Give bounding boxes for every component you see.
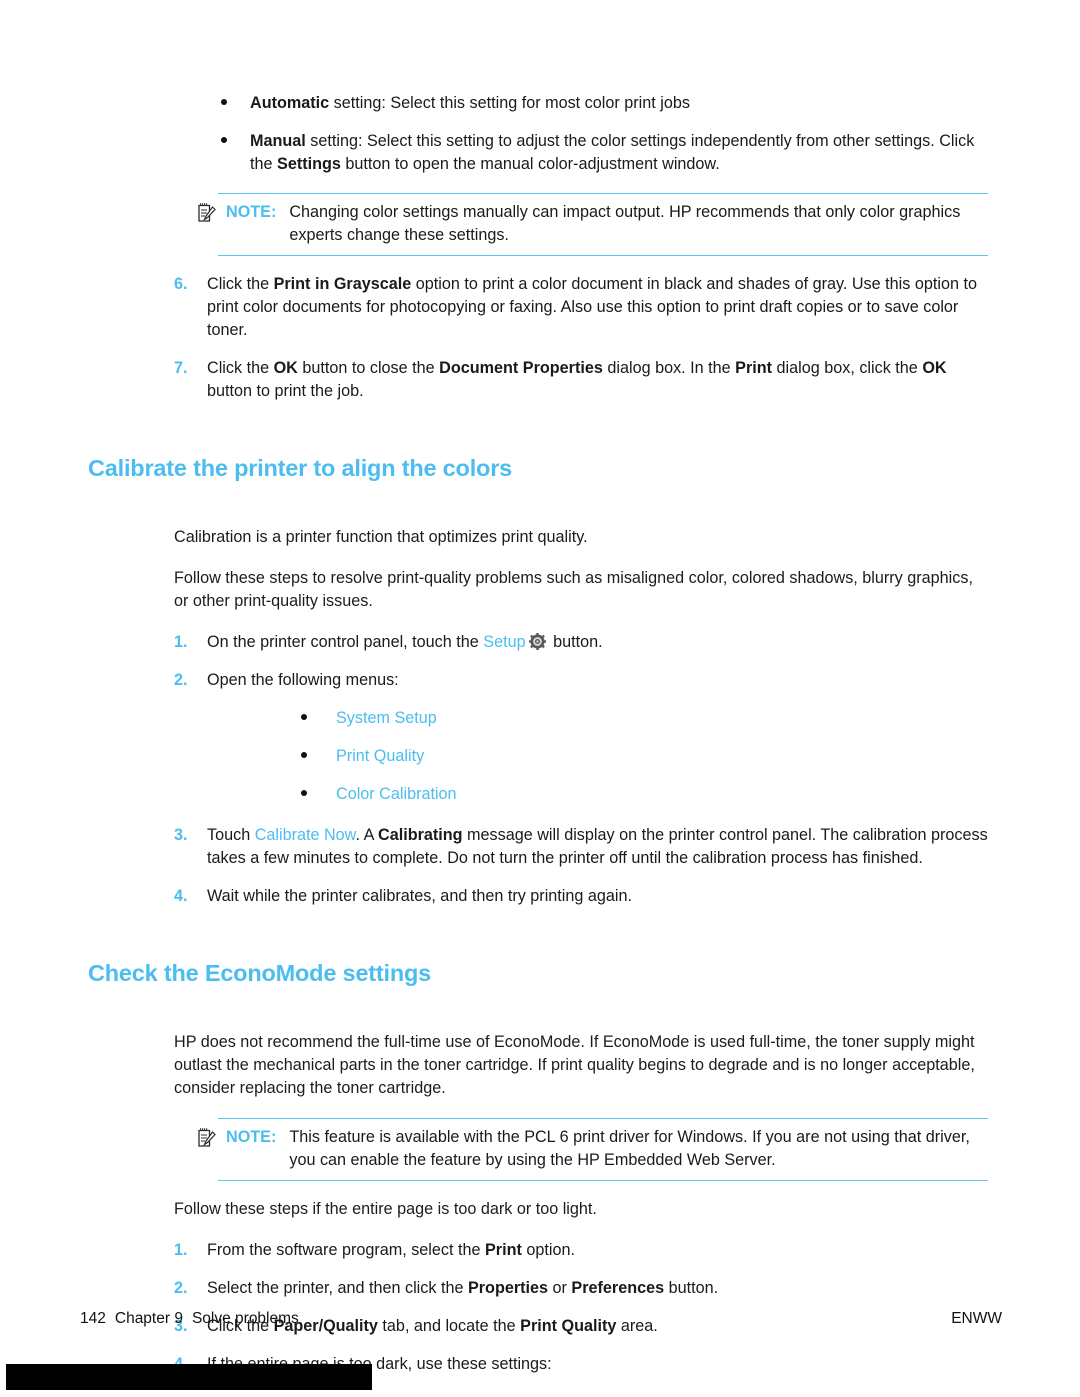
step7-bold3: Print [735, 359, 773, 377]
step7-bold2: Document Properties [439, 359, 603, 377]
footer-left: 142 Chapter 9 Solve problems [80, 1310, 308, 1328]
step-number: 4. [174, 887, 188, 905]
bullet-marker [298, 707, 336, 730]
list-item: Automatic setting: Select this setting f… [218, 92, 988, 115]
footer-right: ENWW [951, 1310, 1002, 1327]
calstep3-part2: . A [355, 826, 378, 844]
setup-menu-link[interactable]: Setup [483, 633, 525, 651]
step-text: Open the following menus: [207, 671, 399, 689]
sidebar-menu-item-print-quality[interactable]: Print Quality [336, 745, 988, 768]
step7-bold4: OK [922, 359, 947, 377]
step-number: 1. [174, 633, 188, 651]
step-text: Touch Calibrate Now. A Calibrating messa… [207, 824, 988, 870]
eco1-part2: option. [521, 1241, 575, 1259]
bullet-1-rest: setting: Select this setting for most co… [329, 94, 690, 112]
eco1-bold1: Print [485, 1241, 522, 1259]
eco2-bold1: Properties [467, 1279, 549, 1297]
sidebar-menu-item-color-calibration[interactable]: Color Calibration [336, 783, 988, 806]
bullet-marker [218, 92, 250, 115]
numbered-step: 4. Wait while the printer calibrates, an… [174, 885, 988, 908]
note-text: Changing color settings manually can imp… [289, 203, 961, 244]
menu-path-list: System Setup Print Quality Color Calibra… [298, 707, 988, 806]
eco2-part2: or [548, 1279, 572, 1297]
page-edge-marker-bar [6, 1364, 372, 1390]
step-text: Click the Print in Grayscale option to p… [207, 273, 988, 342]
numbered-step: 1. From the software program, select the… [174, 1239, 988, 1262]
step-text: Click the OK button to close the Documen… [207, 357, 988, 403]
step-number: 2. [174, 1279, 188, 1297]
calstep1-part1: On the printer control panel, touch the [207, 633, 484, 651]
calstep3-bold1: Calibrating [378, 826, 463, 844]
calibrate-para-1: Calibration is a printer function that o… [174, 528, 588, 546]
bullet-marker [298, 745, 336, 768]
step6-part1: Click the [207, 275, 274, 293]
calibrate-now-link[interactable]: Calibrate Now [255, 826, 356, 844]
footer-chapter-title: Solve problems [191, 1310, 299, 1327]
step-number: 2. [174, 671, 188, 689]
bullet-marker [298, 783, 336, 806]
sidebar-menu-item-system-setup[interactable]: System Setup [336, 707, 988, 730]
eco1-part1: From the software program, select the [207, 1241, 485, 1259]
note-label: NOTE: [226, 203, 277, 221]
eco2-bold2: Preferences [571, 1279, 665, 1297]
note-pad-pencil-icon [196, 1126, 226, 1154]
numbered-step: 6. Click the Print in Grayscale option t… [174, 273, 988, 342]
step7-part3: dialog box. In the [602, 359, 736, 377]
economode-para-2: Follow these steps if the entire page is… [174, 1200, 597, 1218]
step-text: Wait while the printer calibrates, and t… [207, 887, 632, 905]
step7-part1: Click the [207, 359, 274, 377]
bullet-2-rest-2: button to open the manual color-adjustme… [340, 155, 720, 173]
bullet-2-bold-lead: Manual [250, 132, 306, 150]
list-item: Print Quality [298, 745, 988, 768]
numbered-step: 2. Open the following menus: [174, 669, 988, 692]
list-item-text: Manual setting: Select this setting to a… [250, 130, 988, 176]
numbered-step: 3. Touch Calibrate Now. A Calibrating me… [174, 824, 988, 870]
note-pad-pencil-icon [196, 201, 226, 229]
step-number: 7. [174, 359, 188, 377]
step-text: Select the printer, and then click the P… [207, 1277, 988, 1300]
economode-para-1: HP does not recommend the full-time use … [174, 1033, 975, 1097]
bullet-1-bold-lead: Automatic [250, 94, 330, 112]
step7-part2: button to close the [297, 359, 440, 377]
step-text: On the printer control panel, touch the … [207, 631, 988, 654]
step7-part5: button to print the job. [207, 382, 364, 400]
step-number: 6. [174, 275, 188, 293]
step7-part4: dialog box, click the [772, 359, 923, 377]
footer-chapter: Chapter 9 [114, 1310, 183, 1327]
step6-bold1: Print in Grayscale [273, 275, 412, 293]
document-page: Automatic setting: Select this setting f… [0, 0, 1080, 1397]
page-heading-economode: Check the EconoMode settings [88, 960, 432, 986]
eco2-part3: button. [664, 1279, 719, 1297]
step-text: From the software program, select the Pr… [207, 1239, 988, 1262]
gear-icon [528, 633, 546, 650]
footer-page-number: 142 [80, 1310, 106, 1327]
list-item: Manual setting: Select this setting to a… [218, 130, 988, 176]
numbered-step: 2. Select the printer, and then click th… [174, 1277, 988, 1300]
eco2-part1: Select the printer, and then click the [207, 1279, 468, 1297]
page-content: Automatic setting: Select this setting f… [88, 92, 988, 1376]
step7-bold1: OK [273, 359, 298, 377]
note-label: NOTE: [226, 1128, 277, 1146]
page-footer: 142 Chapter 9 Solve problems ENWW [80, 1310, 1002, 1328]
list-item-text: Automatic setting: Select this setting f… [250, 92, 988, 115]
note-callout: NOTE: Changing color settings manually c… [198, 193, 988, 256]
list-item: System Setup [298, 707, 988, 730]
page-heading-calibrate: Calibrate the printer to align the color… [88, 455, 513, 481]
calstep1-part2: button. [548, 633, 603, 651]
note-callout: NOTE: This feature is available with the… [198, 1118, 988, 1181]
bullet-2-bold-mid: Settings [277, 155, 341, 173]
note-text: This feature is available with the PCL 6… [289, 1128, 970, 1169]
calibrate-para-2: Follow these steps to resolve print-qual… [174, 569, 973, 610]
numbered-step: 7. Click the OK button to close the Docu… [174, 357, 988, 403]
numbered-step: 1. On the printer control panel, touch t… [174, 631, 988, 654]
calstep3-part1: Touch [207, 826, 255, 844]
list-item: Color Calibration [298, 783, 988, 806]
bullet-marker [218, 130, 250, 153]
step-number: 1. [174, 1241, 188, 1259]
step-number: 3. [174, 826, 188, 844]
